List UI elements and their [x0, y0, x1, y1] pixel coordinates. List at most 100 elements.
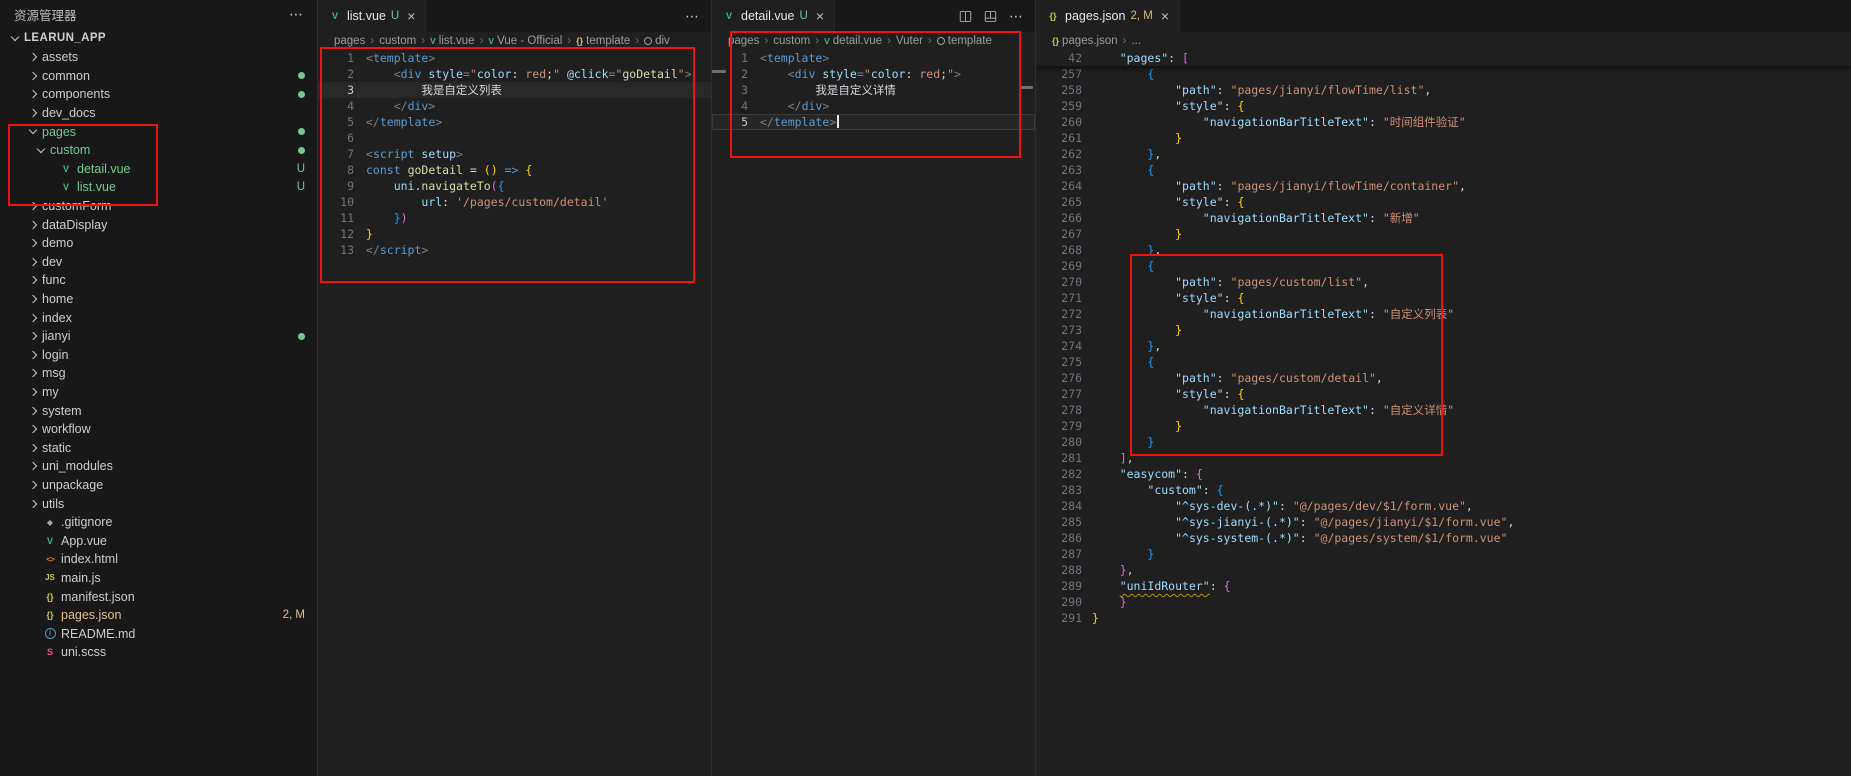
tree-folder-my[interactable]: my — [0, 383, 317, 402]
tree-folder-utils[interactable]: utils — [0, 494, 317, 513]
tree-folder-customForm[interactable]: customForm — [0, 197, 317, 216]
code-line-4[interactable]: 4 </div> — [712, 98, 1035, 114]
code-line-260[interactable]: 260 "navigationBarTitleText": "时间组件验证" — [1036, 114, 1851, 130]
tree-file-detail.vue[interactable]: Vdetail.vueU — [0, 160, 317, 179]
tree-folder-pages[interactable]: pages — [0, 122, 317, 141]
tree-file-list.vue[interactable]: Vlist.vueU — [0, 178, 317, 197]
tab-pages-json[interactable]: {} pages.json 2, M × — [1036, 0, 1180, 32]
code-line-12[interactable]: 12} — [318, 226, 711, 242]
code-line-257[interactable]: 257 { — [1036, 66, 1851, 82]
tree-folder-assets[interactable]: assets — [0, 48, 317, 67]
code-line-266[interactable]: 266 "navigationBarTitleText": "新增" — [1036, 210, 1851, 226]
tab-list-vue[interactable]: V list.vue U × — [318, 0, 426, 32]
breadcrumb-item[interactable]: ... — [1131, 35, 1141, 47]
code-line-274[interactable]: 274 }, — [1036, 338, 1851, 354]
code-editor-list-vue[interactable]: 1<template>2 <div style="color: red;" @c… — [318, 50, 711, 776]
breadcrumb-item[interactable]: pages — [728, 35, 759, 47]
tree-folder-jianyi[interactable]: jianyi — [0, 327, 317, 346]
code-line-13[interactable]: 13</script> — [318, 242, 711, 258]
code-line-8[interactable]: 8const goDetail = () => { — [318, 162, 711, 178]
code-line-272[interactable]: 272 "navigationBarTitleText": "自定义列表" — [1036, 306, 1851, 322]
tree-folder-msg[interactable]: msg — [0, 364, 317, 383]
code-line-11[interactable]: 11 }) — [318, 210, 711, 226]
code-line-288[interactable]: 288 }, — [1036, 562, 1851, 578]
tree-folder-demo[interactable]: demo — [0, 234, 317, 253]
breadcrumb-item[interactable]: div — [644, 35, 670, 47]
close-icon[interactable]: × — [1161, 9, 1169, 23]
code-editor-pages-json[interactable]: 42 "pages": [257 {258 "path": "pages/jia… — [1036, 50, 1851, 776]
editor-layout-icon[interactable] — [984, 10, 997, 23]
tree-folder-home[interactable]: home — [0, 290, 317, 309]
breadcrumb-item[interactable]: custom — [379, 35, 416, 47]
tree-file-pages.json[interactable]: {}pages.json2, M — [0, 606, 317, 625]
code-line-275[interactable]: 275 { — [1036, 354, 1851, 370]
close-icon[interactable]: × — [816, 9, 824, 23]
code-line-10[interactable]: 10 url: '/pages/custom/detail' — [318, 194, 711, 210]
tree-folder-func[interactable]: func — [0, 271, 317, 290]
tree-folder-common[interactable]: common — [0, 67, 317, 86]
more-actions-icon[interactable]: ⋯ — [289, 6, 303, 23]
tree-file-README.md[interactable]: README.md — [0, 624, 317, 643]
breadcrumb-item[interactable]: VVue - Official — [488, 35, 562, 47]
tree-folder-login[interactable]: login — [0, 346, 317, 365]
tab-detail-vue[interactable]: V detail.vue U × — [712, 0, 835, 32]
tree-folder-unpackage[interactable]: unpackage — [0, 476, 317, 495]
code-line-1[interactable]: 1<template> — [712, 50, 1035, 66]
tree-folder-system[interactable]: system — [0, 401, 317, 420]
code-line-3[interactable]: 3 我是自定义详情 — [712, 82, 1035, 98]
code-line-4[interactable]: 4 </div> — [318, 98, 711, 114]
sticky-scroll[interactable]: 42 "pages": [ — [1036, 50, 1851, 66]
tree-file-index.html[interactable]: <>index.html — [0, 550, 317, 569]
code-line-262[interactable]: 262 }, — [1036, 146, 1851, 162]
code-line-270[interactable]: 270 "path": "pages/custom/list", — [1036, 274, 1851, 290]
code-line-5[interactable]: 5</template> — [712, 114, 1035, 130]
code-line-9[interactable]: 9 uni.navigateTo({ — [318, 178, 711, 194]
code-line-1[interactable]: 1<template> — [318, 50, 711, 66]
breadcrumb-item[interactable]: {}template — [576, 35, 630, 47]
code-line-5[interactable]: 5</template> — [318, 114, 711, 130]
code-line-291[interactable]: 291} — [1036, 610, 1851, 626]
code-line-279[interactable]: 279 } — [1036, 418, 1851, 434]
breadcrumb-item[interactable]: Vdetail.vue — [824, 35, 882, 47]
breadcrumb-item[interactable]: Vlist.vue — [430, 35, 474, 47]
breadcrumb-item[interactable]: {}pages.json — [1052, 35, 1118, 47]
code-line-259[interactable]: 259 "style": { — [1036, 98, 1851, 114]
code-line-258[interactable]: 258 "path": "pages/jianyi/flowTime/list"… — [1036, 82, 1851, 98]
tree-folder-workflow[interactable]: workflow — [0, 420, 317, 439]
code-line-267[interactable]: 267 } — [1036, 226, 1851, 242]
tree-folder-dataDisplay[interactable]: dataDisplay — [0, 215, 317, 234]
breadcrumb-item[interactable]: pages — [334, 35, 365, 47]
tree-file-App.vue[interactable]: VApp.vue — [0, 531, 317, 550]
breadcrumb-item[interactable]: custom — [773, 35, 810, 47]
code-line-281[interactable]: 281 ], — [1036, 450, 1851, 466]
tree-folder-uni_modules[interactable]: uni_modules — [0, 457, 317, 476]
code-line-2[interactable]: 2 <div style="color: red;"> — [712, 66, 1035, 82]
code-line-271[interactable]: 271 "style": { — [1036, 290, 1851, 306]
tree-file-manifest.json[interactable]: {}manifest.json — [0, 587, 317, 606]
breadcrumb-item[interactable]: Vuter — [896, 35, 923, 47]
code-line-263[interactable]: 263 { — [1036, 162, 1851, 178]
tree-folder-index[interactable]: index — [0, 308, 317, 327]
tree-file-main.js[interactable]: JSmain.js — [0, 569, 317, 588]
tree-folder-dev[interactable]: dev — [0, 253, 317, 272]
more-actions-icon[interactable]: ⋯ — [685, 8, 699, 25]
tree-file-uni.scss[interactable]: Suni.scss — [0, 643, 317, 662]
code-line-284[interactable]: 284 "^sys-dev-(.*)": "@/pages/dev/$1/for… — [1036, 498, 1851, 514]
close-icon[interactable]: × — [407, 9, 415, 23]
tree-folder-custom[interactable]: custom — [0, 141, 317, 160]
code-line-276[interactable]: 276 "path": "pages/custom/detail", — [1036, 370, 1851, 386]
breadcrumb-item[interactable]: template — [937, 35, 992, 47]
tree-folder-components[interactable]: components — [0, 85, 317, 104]
code-line-290[interactable]: 290 } — [1036, 594, 1851, 610]
code-line-269[interactable]: 269 { — [1036, 258, 1851, 274]
code-line-289[interactable]: 289 "uniIdRouter": { — [1036, 578, 1851, 594]
code-line-264[interactable]: 264 "path": "pages/jianyi/flowTime/conta… — [1036, 178, 1851, 194]
tree-folder-static[interactable]: static — [0, 438, 317, 457]
code-line-2[interactable]: 2 <div style="color: red;" @click="goDet… — [318, 66, 711, 82]
code-line-287[interactable]: 287 } — [1036, 546, 1851, 562]
code-line-6[interactable]: 6 — [318, 130, 711, 146]
tree-file-.gitignore[interactable]: ◆.gitignore — [0, 513, 317, 532]
split-editor-icon[interactable] — [959, 10, 972, 23]
code-line-273[interactable]: 273 } — [1036, 322, 1851, 338]
code-line-277[interactable]: 277 "style": { — [1036, 386, 1851, 402]
